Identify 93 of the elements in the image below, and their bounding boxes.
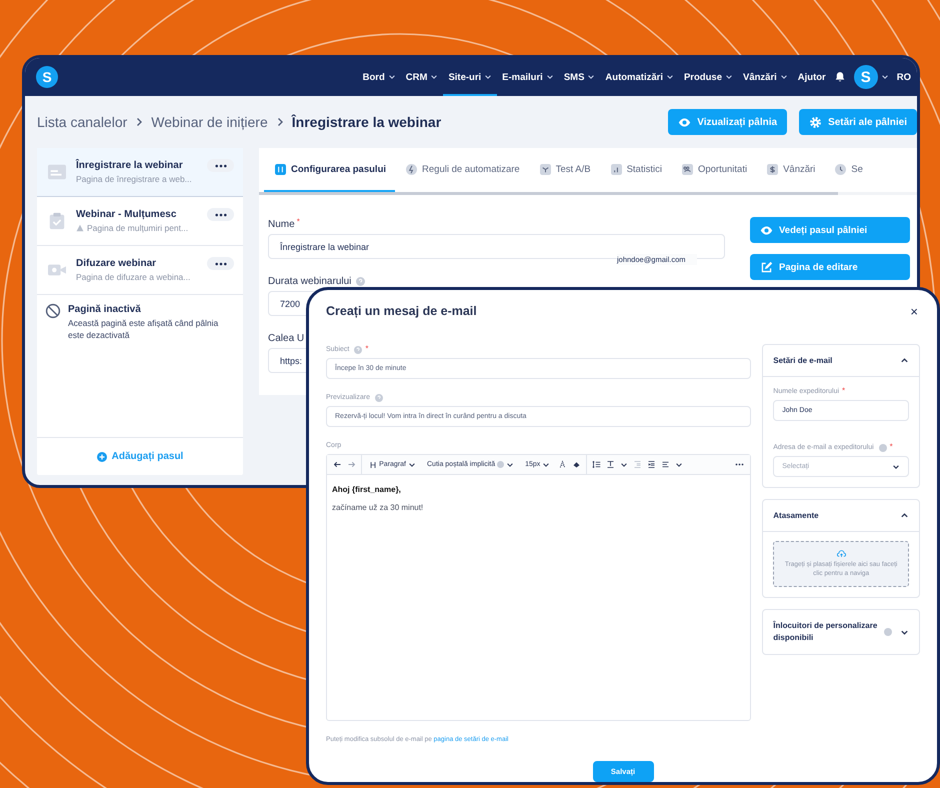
chevron-down-icon[interactable] (900, 628, 909, 636)
text-color-icon[interactable] (558, 460, 568, 469)
clear-format-icon[interactable] (606, 460, 616, 469)
step-title: Înregistrare la webinar (76, 160, 184, 171)
nav-menu-item[interactable]: Produse (678, 58, 738, 96)
breadcrumb-item: Înregistrare la webinar (292, 114, 442, 130)
gear-icon (809, 116, 822, 128)
nav-menu-item[interactable]: SMS (558, 58, 600, 96)
tab[interactable]: Se (824, 148, 872, 192)
field-label: Durata webinarului (268, 276, 352, 286)
upload-cloud-icon (836, 550, 846, 558)
step-subtitle: Pagina de mulțumiri pent... (87, 223, 188, 233)
caret-icon (892, 462, 900, 470)
caret-icon (506, 460, 514, 468)
caret-icon (484, 73, 492, 81)
inactive-page-title: Pagină inactivă (68, 304, 142, 315)
caret-icon[interactable] (675, 460, 684, 468)
step-subtitle: Pagina de înregistrare a web... (76, 174, 192, 184)
nav-menu-item[interactable]: Bord (358, 58, 401, 96)
fill-color-icon[interactable] (572, 460, 582, 469)
caret-icon[interactable] (880, 73, 889, 81)
step-title: Webinar - Mulțumesc (76, 209, 178, 220)
sliders-icon (275, 164, 286, 174)
required-mark: * (365, 344, 368, 353)
card-title: Înlocuitori de personalizare disponibili (773, 620, 878, 644)
required-mark: * (296, 217, 300, 226)
caret-icon (666, 73, 674, 81)
more-icon (214, 212, 226, 216)
breadcrumb-item[interactable]: Lista canalelor (37, 114, 128, 130)
close-button[interactable]: × (908, 304, 920, 318)
edit-icon (760, 260, 773, 274)
card-title: Setări de e-mail (773, 354, 834, 366)
clock-icon (835, 164, 846, 174)
required-mark: * (890, 442, 893, 451)
eye-icon (760, 224, 773, 236)
chevron-up-icon[interactable] (900, 356, 909, 365)
language-selector[interactable]: RO (896, 72, 911, 82)
more-options-button[interactable] (207, 159, 234, 172)
tab[interactable]: Reguli de automatizare (395, 148, 529, 192)
split-icon (540, 164, 551, 174)
tab[interactable]: Statistici (600, 148, 671, 192)
nav-menu-item[interactable]: Automatizări (600, 58, 679, 96)
nav-menu-item[interactable]: CRM (400, 58, 444, 96)
email-body-line: Ahoj {first_name}, (332, 485, 401, 494)
tab[interactable]: Vânzări (756, 148, 824, 192)
caret-icon (430, 73, 438, 81)
caret-icon (388, 73, 396, 81)
caret-icon (546, 73, 554, 81)
caret-icon (724, 73, 733, 81)
step-subtitle: Pagina de difuzare a webina... (76, 272, 190, 282)
funnel-step[interactable]: Înregistrare la webinar Pagina de înregistrare a web... (37, 148, 243, 197)
tab[interactable]: Oportunitati (670, 148, 756, 192)
tab[interactable]: Test A/B (528, 148, 600, 192)
funnel-step[interactable]: Webinar - Mulțumesc Pagina de mulțumiri pent... (37, 197, 243, 246)
field-label: Calea U (268, 332, 304, 344)
bell-icon[interactable] (834, 71, 846, 83)
chevron-up-icon[interactable] (900, 511, 909, 520)
inactive-page-description: Această pagină este afișată când pâlnia este dezactivată (68, 318, 220, 342)
caret-icon (780, 73, 788, 81)
chart-icon (610, 164, 622, 174)
align-icon[interactable] (661, 460, 670, 469)
more-options-button[interactable] (207, 208, 234, 221)
nav-menu-item[interactable]: E-mailuri (497, 58, 559, 96)
clipboard-icon (47, 212, 67, 230)
eye-icon (678, 116, 692, 128)
more-icon (214, 262, 226, 266)
people-icon (682, 164, 693, 174)
field-label: Nume (268, 218, 295, 230)
lightning-icon (406, 164, 418, 174)
breadcrumb-item[interactable]: Webinar de inițiere (151, 114, 268, 130)
caret-icon (542, 460, 550, 468)
required-mark: * (842, 386, 846, 395)
line-height-icon[interactable] (592, 460, 602, 469)
plus-icon (96, 452, 107, 462)
undo-icon[interactable] (333, 460, 342, 469)
dollar-icon (767, 164, 778, 174)
indent-icon[interactable] (647, 460, 656, 469)
nav-menu-item[interactable]: Ajutor (792, 58, 831, 96)
caret-icon (587, 73, 596, 81)
email-body-line: začíname už za 30 minut! (332, 503, 424, 512)
caret-icon[interactable] (620, 460, 628, 468)
funnel-step[interactable]: Difuzare webinar Pagina de difuzare a webina... (37, 246, 243, 295)
nav-menu-item[interactable]: Vânzări (738, 58, 793, 96)
step-title: Difuzare webinar (76, 258, 158, 269)
more-options-button[interactable] (207, 257, 234, 270)
caret-icon (408, 460, 416, 468)
chevron-right-icon (134, 117, 144, 127)
page-icon (47, 163, 67, 181)
dialog-title: Creați un mesaj de e-mail (326, 304, 477, 318)
card-title: Atasamente (773, 510, 820, 522)
nav-menu-item[interactable]: Site-uri (443, 58, 498, 96)
more-icon (214, 164, 226, 168)
ban-icon (45, 303, 61, 319)
